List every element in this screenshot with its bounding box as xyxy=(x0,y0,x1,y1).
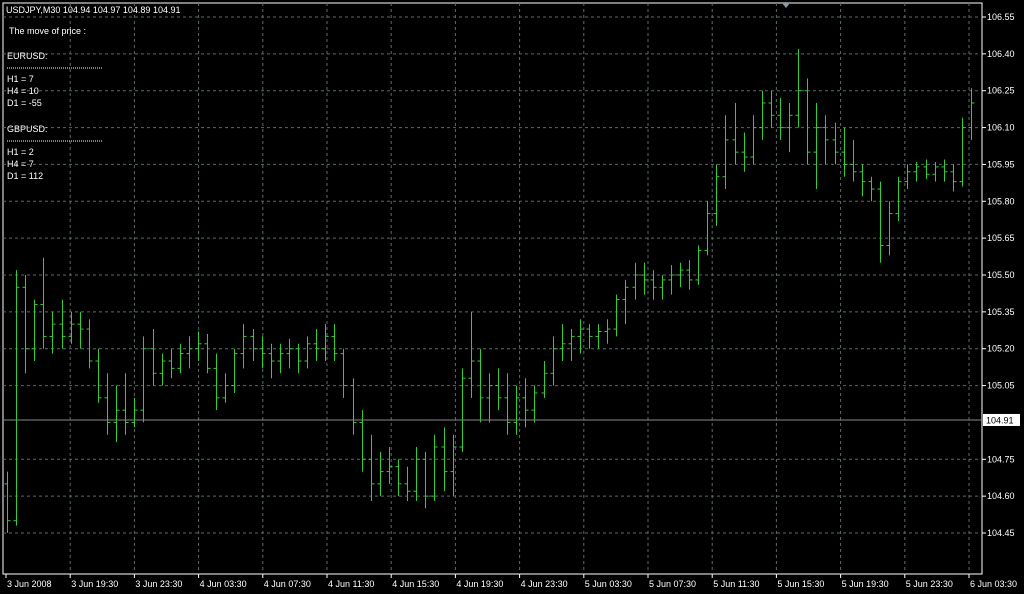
y-tick-label: 105.50 xyxy=(987,270,1015,280)
x-tick-label: 4 Jun 19:30 xyxy=(456,579,503,589)
y-tick-label: 104.60 xyxy=(987,491,1015,501)
gbpusd-d1: D1 = 112 xyxy=(7,171,43,181)
y-tick-label: 105.95 xyxy=(987,159,1015,169)
x-tick-label: 4 Jun 07:30 xyxy=(264,579,311,589)
x-tick-label: 5 Jun 03:30 xyxy=(585,579,632,589)
price-axis: 106.55 106.40 106.25 106.10 105.95 105.80 105.… xyxy=(982,12,1015,538)
y-tick-label: 104.45 xyxy=(987,528,1015,538)
x-tick-label: 5 Jun 19:30 xyxy=(842,579,889,589)
symbol-line: USDJPY,M30 104.94 104.97 104.89 104.91 xyxy=(6,5,180,15)
x-tick-label: 5 Jun 15:30 xyxy=(777,579,824,589)
x-tick-label: 5 Jun 11:30 xyxy=(713,579,759,589)
x-tick-label: 3 Jun 19:30 xyxy=(71,579,118,589)
price-tag-label: 104.91 xyxy=(986,415,1014,425)
y-tick-label: 104.75 xyxy=(987,454,1015,464)
price-chart[interactable]: 104.91 106.55 106.40 106.25 106.10 105.95 105… xyxy=(0,0,1024,594)
gbpusd-h4: H4 = 7 xyxy=(7,159,34,169)
gbpusd-h1: H1 = 2 xyxy=(7,147,34,157)
y-tick-label: 105.65 xyxy=(987,233,1015,243)
y-tick-label: 105.20 xyxy=(987,344,1015,354)
x-tick-label: 4 Jun 23:30 xyxy=(521,579,568,589)
x-tick-label: 6 Jun 03:30 xyxy=(970,579,1017,589)
x-tick-label: 5 Jun 07:30 xyxy=(649,579,696,589)
group-name-eurusd: EURUSD: xyxy=(7,51,48,61)
y-tick-label: 106.40 xyxy=(987,49,1015,59)
eurusd-h1: H1 = 7 xyxy=(7,74,34,84)
chart-background xyxy=(0,0,1024,594)
x-tick-label: 3 Jun 2008 xyxy=(7,579,52,589)
y-tick-label: 105.05 xyxy=(987,381,1015,391)
y-tick-label: 105.35 xyxy=(987,307,1015,317)
y-tick-label: 105.80 xyxy=(987,196,1015,206)
y-tick-label: 106.55 xyxy=(987,12,1015,22)
y-tick-label: 106.25 xyxy=(987,86,1015,96)
y-tick-label: 106.10 xyxy=(987,123,1015,133)
x-tick-label: 5 Jun 23:30 xyxy=(906,579,953,589)
panel-title: The move of price : xyxy=(9,26,86,36)
x-tick-label: 3 Jun 23:30 xyxy=(135,579,182,589)
x-tick-label: 4 Jun 03:30 xyxy=(200,579,247,589)
eurusd-d1: D1 = -55 xyxy=(7,98,42,108)
x-tick-label: 4 Jun 11:30 xyxy=(328,579,374,589)
eurusd-h4: H4 = 10 xyxy=(7,86,39,96)
group-name-gbpusd: GBPUSD: xyxy=(7,124,48,134)
x-tick-label: 4 Jun 15:30 xyxy=(392,579,439,589)
